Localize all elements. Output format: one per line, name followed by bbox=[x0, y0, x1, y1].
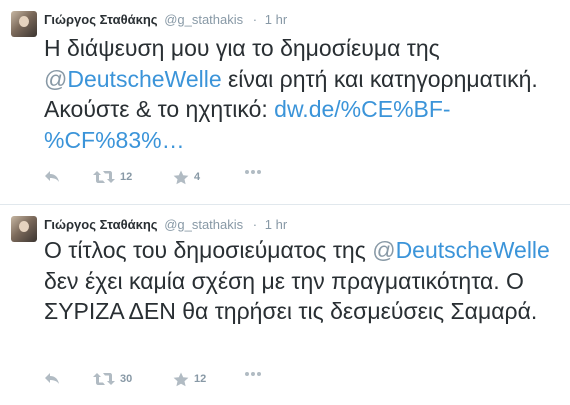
tweet-header: Γιώργος Σταθάκης @g_stathakis · 1 hr bbox=[44, 12, 287, 28]
mention-link[interactable]: @DeutscheWelle bbox=[44, 66, 222, 92]
mention-at: @ bbox=[372, 237, 396, 263]
retweet-count: 12 bbox=[120, 171, 133, 183]
favorite-count: 4 bbox=[194, 171, 201, 183]
author-username[interactable]: @g_stathakis bbox=[164, 217, 243, 232]
more-icon bbox=[244, 371, 262, 377]
avatar[interactable] bbox=[11, 11, 37, 37]
timestamp-link[interactable]: 1 hr bbox=[265, 12, 287, 27]
tweet-text: Η διάψευση μου για το δημοσίευμα της @De… bbox=[44, 33, 564, 155]
favorite-button[interactable]: 4 bbox=[173, 169, 200, 185]
reply-button[interactable] bbox=[44, 169, 60, 183]
favorite-count: 12 bbox=[194, 373, 207, 385]
retweet-count: 30 bbox=[120, 373, 133, 385]
retweet-button[interactable]: 12 bbox=[93, 169, 132, 185]
separator-dot: · bbox=[252, 217, 258, 232]
author-username[interactable]: @g_stathakis bbox=[164, 12, 243, 27]
timeline: Γιώργος Σταθάκης @g_stathakis · 1 hr Η δ… bbox=[0, 0, 570, 405]
more-button[interactable] bbox=[244, 371, 262, 377]
retweet-icon bbox=[93, 372, 115, 386]
mention-name: DeutscheWelle bbox=[67, 65, 222, 92]
tweet-text-part: δεν έχει καμία σχέση με την πραγματικότη… bbox=[44, 267, 538, 325]
tweet-header: Γιώργος Σταθάκης @g_stathakis · 1 hr bbox=[44, 217, 287, 233]
retweet-button[interactable]: 30 bbox=[93, 371, 132, 387]
mention-link[interactable]: @DeutscheWelle bbox=[372, 237, 550, 263]
more-icon bbox=[244, 169, 262, 175]
favorite-button[interactable]: 12 bbox=[173, 371, 206, 387]
mention-name: DeutscheWelle bbox=[395, 237, 550, 263]
mention-at: @ bbox=[44, 65, 68, 92]
tweet[interactable]: Γιώργος Σταθάκης @g_stathakis · 1 hr Ο τ… bbox=[0, 205, 570, 405]
avatar[interactable] bbox=[11, 216, 37, 242]
tweet-text: Ο τίτλος του δημοσιεύματος της @Deutsche… bbox=[44, 235, 564, 327]
author-fullname[interactable]: Γιώργος Σταθάκης bbox=[44, 12, 158, 27]
star-icon bbox=[173, 372, 189, 387]
tweet[interactable]: Γιώργος Σταθάκης @g_stathakis · 1 hr Η δ… bbox=[0, 0, 570, 205]
tweet-text-part: Η διάψευση μου για το δημοσίευμα της bbox=[44, 35, 440, 61]
retweet-icon bbox=[93, 170, 115, 184]
star-icon bbox=[173, 170, 189, 185]
separator-dot: · bbox=[252, 12, 258, 27]
reply-icon bbox=[44, 371, 60, 385]
author-fullname[interactable]: Γιώργος Σταθάκης bbox=[44, 217, 158, 232]
more-button[interactable] bbox=[244, 169, 262, 175]
reply-button[interactable] bbox=[44, 371, 60, 385]
timestamp-link[interactable]: 1 hr bbox=[265, 217, 287, 232]
tweet-text-part: Ο τίτλος του δημοσιεύματος της bbox=[44, 237, 373, 263]
reply-icon bbox=[44, 169, 60, 183]
